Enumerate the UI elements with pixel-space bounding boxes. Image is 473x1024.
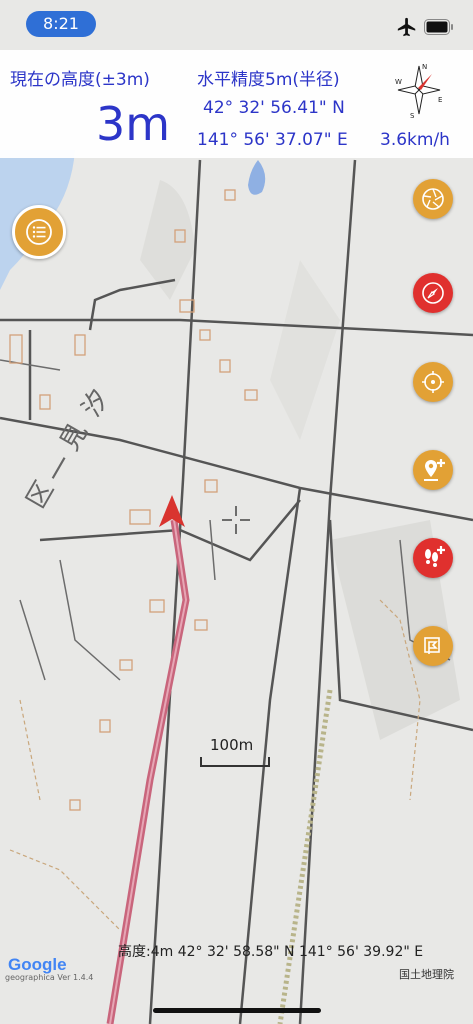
flag-icon <box>424 637 440 654</box>
latitude-value: 42° 32' 56.41" N <box>203 98 345 118</box>
status-time: 8:21 <box>26 11 96 37</box>
app-version: geographica Ver 1.4.4 <box>5 973 94 982</box>
compass-mode-button[interactable] <box>413 273 453 313</box>
crosshair-position: 高度:4m 42° 32' 58.58" N 141° 56' 39.92" E <box>118 944 424 960</box>
google-logo: Google <box>8 955 67 975</box>
add-waypoint-button[interactable] <box>413 450 453 490</box>
pin-plus-icon <box>424 459 445 481</box>
battery-icon <box>424 19 453 35</box>
map-attribution: 国土地理院 <box>399 968 454 981</box>
home-indicator <box>153 1008 321 1013</box>
aperture-icon <box>422 188 444 210</box>
compass-rose-icon[interactable]: N W E S <box>392 60 446 120</box>
longitude-value: 141° 56' 37.07" E <box>197 130 348 150</box>
accuracy-label: 水平精度5m(半径) <box>197 70 340 90</box>
compass-needle-icon <box>422 282 444 304</box>
current-location-button[interactable] <box>413 362 453 402</box>
menu-button[interactable] <box>12 205 66 259</box>
compass-letter-e: E <box>438 96 442 104</box>
record-track-button[interactable] <box>413 538 453 578</box>
location-info-panel: 現在の高度(±3m) 3m 水平精度5m(半径) 42° 32' 56.41" … <box>0 50 473 158</box>
compass-letter-s: S <box>410 112 415 120</box>
map-type-button[interactable] <box>413 179 453 219</box>
speed-value: 3.6km/h <box>380 130 450 150</box>
compass-letter-w: W <box>395 78 402 86</box>
flag-button[interactable] <box>413 626 453 666</box>
google-logo-text: Google <box>8 955 67 974</box>
target-icon <box>422 371 444 393</box>
footprints-icon <box>425 546 445 567</box>
status-bar: 8:21 <box>0 0 473 50</box>
crosshair-icon <box>222 506 250 534</box>
list-icon <box>26 219 52 245</box>
compass-letter-n: N <box>422 63 427 71</box>
altitude-value: 3m <box>96 97 171 151</box>
scale-label: 100m <box>210 736 254 754</box>
altitude-label: 現在の高度(±3m) <box>10 70 150 90</box>
airplane-mode-icon <box>397 17 416 37</box>
scale-bar <box>200 757 270 767</box>
